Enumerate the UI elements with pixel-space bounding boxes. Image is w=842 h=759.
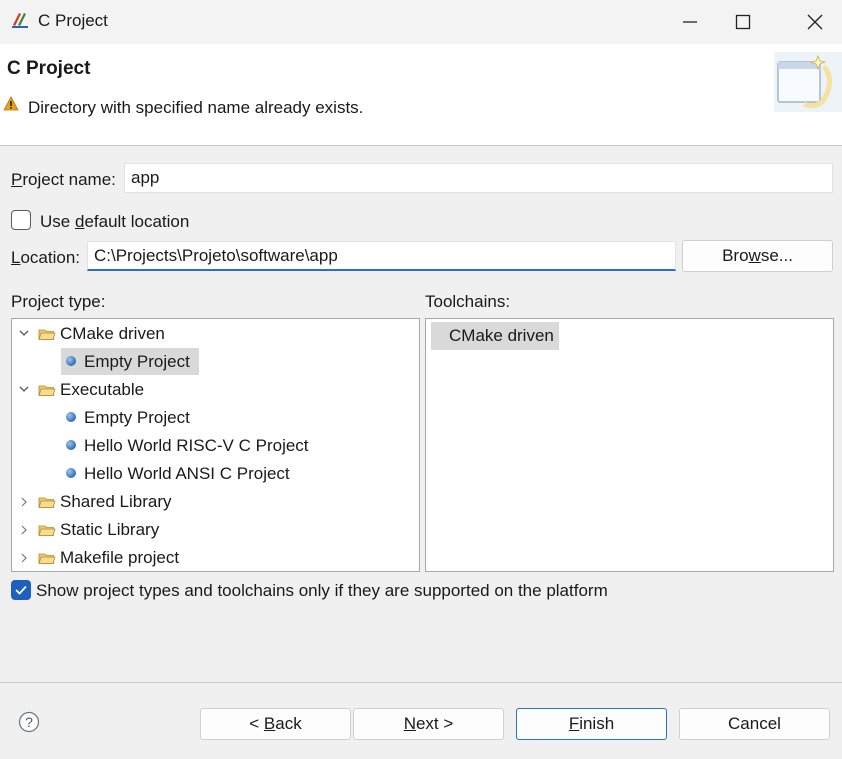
bullet-icon	[66, 412, 76, 422]
checkmark-icon	[15, 585, 27, 595]
project-type-tree[interactable]: CMake driven Empty Project Executable Em…	[11, 318, 420, 572]
finish-button[interactable]: Finish	[516, 708, 667, 740]
folder-open-icon	[38, 525, 56, 536]
bullet-icon	[66, 440, 76, 450]
back-button[interactable]: < Back	[200, 708, 351, 740]
location-label: Location:	[11, 248, 81, 267]
bullet-icon	[66, 468, 76, 478]
maximize-icon	[735, 14, 751, 30]
svg-text:?: ?	[25, 714, 33, 730]
chevron-right-icon[interactable]	[17, 545, 31, 571]
cancel-button[interactable]: Cancel	[679, 708, 830, 740]
location-input[interactable]: C:\Projects\Projeto\software\app	[87, 241, 676, 271]
chevron-down-icon[interactable]	[17, 377, 31, 403]
tree-item-shared-library[interactable]: Shared Library	[60, 489, 172, 515]
tree-item-makefile-project[interactable]: Makefile project	[60, 545, 179, 571]
use-default-location-checkbox[interactable]	[11, 210, 31, 230]
window-title: C Project	[38, 11, 108, 30]
folder-open-icon	[38, 385, 56, 396]
show-supported-label: Show project types and toolchains only i…	[36, 581, 608, 600]
folder-open-icon	[38, 553, 56, 564]
tree-item-executable[interactable]: Executable	[60, 377, 144, 403]
chevron-down-icon[interactable]	[17, 321, 31, 347]
help-icon[interactable]: ?	[18, 711, 40, 733]
bullet-icon	[66, 356, 76, 366]
folder-open-icon	[38, 329, 56, 340]
use-default-location-label: Use default location	[40, 212, 190, 231]
project-type-label: Project type:	[11, 292, 106, 311]
new-wizard-banner-icon	[774, 52, 842, 112]
tree-item-hello-world-ansi[interactable]: Hello World ANSI C Project	[84, 461, 290, 487]
tree-item-exec-empty-project[interactable]: Empty Project	[84, 405, 190, 431]
show-supported-checkbox[interactable]	[11, 580, 31, 600]
chevron-right-icon[interactable]	[17, 517, 31, 543]
status-message: Directory with specified name already ex…	[28, 98, 364, 117]
minimize-button[interactable]	[660, 0, 720, 44]
maximize-button[interactable]	[713, 0, 773, 44]
page-title: C Project	[7, 58, 91, 79]
wizard-header: C Project Directory with specified name …	[0, 44, 842, 145]
tree-item-cmake-driven[interactable]: CMake driven	[60, 321, 165, 347]
tree-item-hello-world-riscv[interactable]: Hello World RISC-V C Project	[84, 433, 309, 459]
toolchains-label: Toolchains:	[425, 292, 511, 311]
header-divider	[0, 145, 842, 146]
title-bar: C Project	[0, 0, 842, 44]
minimize-icon	[683, 21, 697, 23]
toolchain-item-cmake-driven[interactable]: CMake driven	[431, 322, 559, 350]
toolchains-list[interactable]: CMake driven	[425, 318, 834, 572]
tree-item-cmake-empty-project[interactable]: Empty Project	[84, 349, 190, 375]
browse-button[interactable]: Browse...	[682, 240, 833, 272]
tree-item-static-library[interactable]: Static Library	[60, 517, 159, 543]
project-name-input[interactable]: app	[124, 163, 833, 193]
warning-icon	[3, 96, 19, 111]
chevron-right-icon[interactable]	[17, 489, 31, 515]
app-icon	[12, 13, 28, 28]
folder-open-icon	[38, 497, 56, 508]
footer-divider	[0, 682, 842, 683]
next-button[interactable]: Next >	[353, 708, 504, 740]
close-icon	[807, 14, 823, 30]
project-name-label: Project name:	[11, 170, 116, 189]
close-button[interactable]	[785, 0, 842, 44]
